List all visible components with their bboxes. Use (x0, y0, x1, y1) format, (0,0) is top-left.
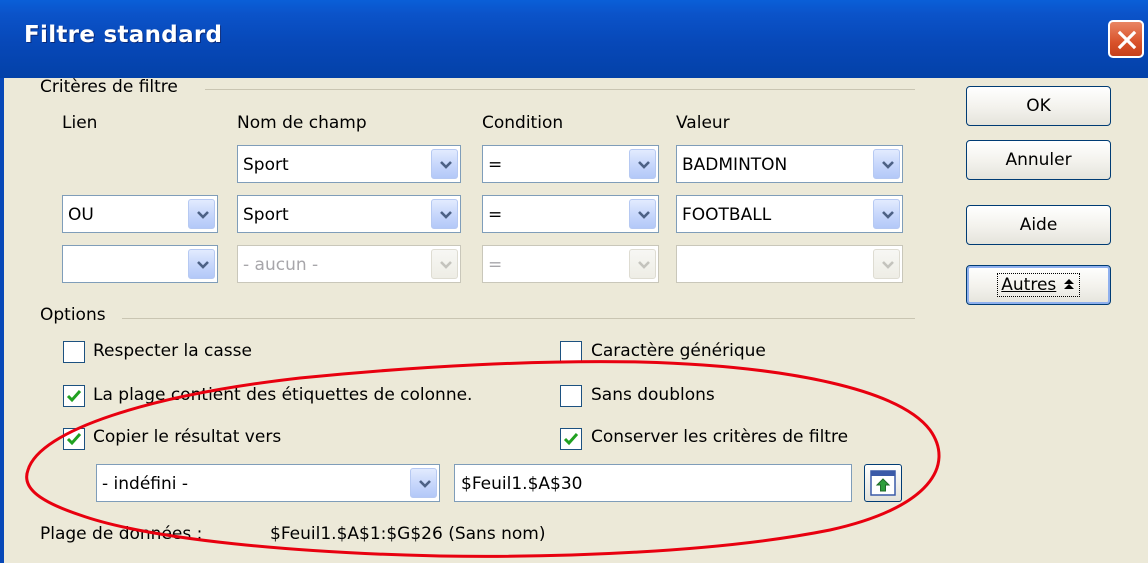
chevron-down-icon (440, 211, 452, 219)
wildcard-label[interactable]: Caractère générique (591, 341, 766, 361)
header-field: Nom de champ (237, 113, 367, 133)
dropdown-button[interactable] (431, 149, 458, 179)
title-bar: Filtre standard (0, 0, 1148, 78)
checkmark-icon (66, 390, 82, 403)
condition-combo-3: = (482, 245, 659, 283)
no-duplicates-checkbox[interactable] (560, 385, 582, 407)
value-combo-1[interactable]: BADMINTON (676, 145, 903, 183)
chevron-down-icon (440, 261, 452, 269)
dropdown-button[interactable] (410, 468, 437, 498)
copy-results-label[interactable]: Copier le résultat vers (93, 427, 281, 447)
dropdown-button[interactable] (629, 199, 656, 229)
copy-target-field-value: $Feuil1.$A$30 (461, 474, 583, 494)
chevron-down-icon (638, 161, 650, 169)
header-value: Valeur (676, 113, 730, 133)
keep-criteria-label[interactable]: Conserver les critères de filtre (591, 427, 848, 447)
value-combo-3 (676, 245, 903, 283)
data-range-label: Plage de données : (40, 524, 203, 544)
more-options-label: Autres (1001, 275, 1057, 295)
help-button[interactable]: Aide (966, 205, 1111, 245)
dropdown-button[interactable] (188, 249, 215, 279)
value-combo-1-value: BADMINTON (682, 155, 788, 175)
chevron-down-icon (638, 261, 650, 269)
field-combo-2-value: Sport (243, 205, 289, 225)
close-button[interactable] (1108, 20, 1144, 58)
contains-headers-checkbox[interactable] (63, 385, 85, 407)
chevron-down-icon (882, 161, 894, 169)
checkmark-icon (563, 433, 579, 446)
copy-target-combo[interactable]: - indéfini - (96, 464, 440, 502)
checkmark-icon (66, 433, 82, 446)
ok-button[interactable]: OK (966, 86, 1111, 126)
dropdown-button[interactable] (873, 149, 900, 179)
dropdown-button[interactable] (188, 199, 215, 229)
criteria-group-line (205, 89, 915, 90)
field-combo-1[interactable]: Sport (237, 145, 461, 183)
chevron-down-icon (440, 161, 452, 169)
chevron-down-icon (419, 480, 431, 488)
condition-combo-3-value: = (488, 255, 503, 275)
collapse-up-icon (1063, 279, 1074, 289)
case-sensitive-checkbox[interactable] (63, 341, 85, 363)
link-combo-2[interactable]: OU (62, 195, 218, 233)
options-group-label: Options (40, 305, 106, 325)
copy-results-checkbox[interactable] (63, 428, 85, 450)
case-sensitive-label[interactable]: Respecter la casse (93, 341, 252, 361)
link-combo-2-value: OU (68, 205, 94, 225)
more-options-focus: Autres (997, 273, 1080, 297)
copy-target-combo-value: - indéfini - (102, 474, 189, 494)
value-combo-2[interactable]: FOOTBALL (676, 195, 903, 233)
field-combo-3: - aucun - (237, 245, 461, 283)
chevron-down-icon (882, 261, 894, 269)
no-duplicates-label[interactable]: Sans doublons (591, 385, 715, 405)
close-icon (1117, 30, 1137, 50)
condition-combo-2-value: = (488, 205, 503, 225)
window-title: Filtre standard (24, 22, 223, 48)
value-combo-2-value: FOOTBALL (682, 205, 772, 225)
chevron-down-icon (882, 211, 894, 219)
cancel-button[interactable]: Annuler (966, 140, 1111, 180)
dropdown-button (629, 249, 656, 279)
dropdown-button[interactable] (629, 149, 656, 179)
shrink-icon (870, 470, 896, 496)
chevron-down-icon (197, 211, 209, 219)
wildcard-checkbox[interactable] (560, 341, 582, 363)
condition-combo-1-value: = (488, 155, 503, 175)
header-link: Lien (62, 113, 98, 133)
options-group-line (122, 318, 915, 319)
dropdown-button (873, 249, 900, 279)
more-options-button[interactable]: Autres (966, 265, 1111, 305)
dropdown-button[interactable] (873, 199, 900, 229)
data-range-value: $Feuil1.$A$1:$G$26 (Sans nom) (270, 524, 546, 544)
copy-target-field[interactable]: $Feuil1.$A$30 (454, 464, 852, 502)
field-combo-2[interactable]: Sport (237, 195, 461, 233)
field-combo-1-value: Sport (243, 155, 289, 175)
condition-combo-1[interactable]: = (482, 145, 659, 183)
field-combo-3-value: - aucun - (243, 255, 319, 275)
keep-criteria-checkbox[interactable] (560, 428, 582, 450)
header-condition: Condition (482, 113, 564, 133)
dropdown-button[interactable] (431, 199, 458, 229)
criteria-group-label: Critères de filtre (40, 77, 178, 97)
dropdown-button (431, 249, 458, 279)
chevron-down-icon (638, 211, 650, 219)
shrink-dialog-button[interactable] (864, 464, 902, 502)
chevron-down-icon (197, 261, 209, 269)
contains-headers-label[interactable]: La plage contient des étiquettes de colo… (93, 385, 472, 405)
link-combo-3[interactable] (62, 245, 218, 283)
condition-combo-2[interactable]: = (482, 195, 659, 233)
